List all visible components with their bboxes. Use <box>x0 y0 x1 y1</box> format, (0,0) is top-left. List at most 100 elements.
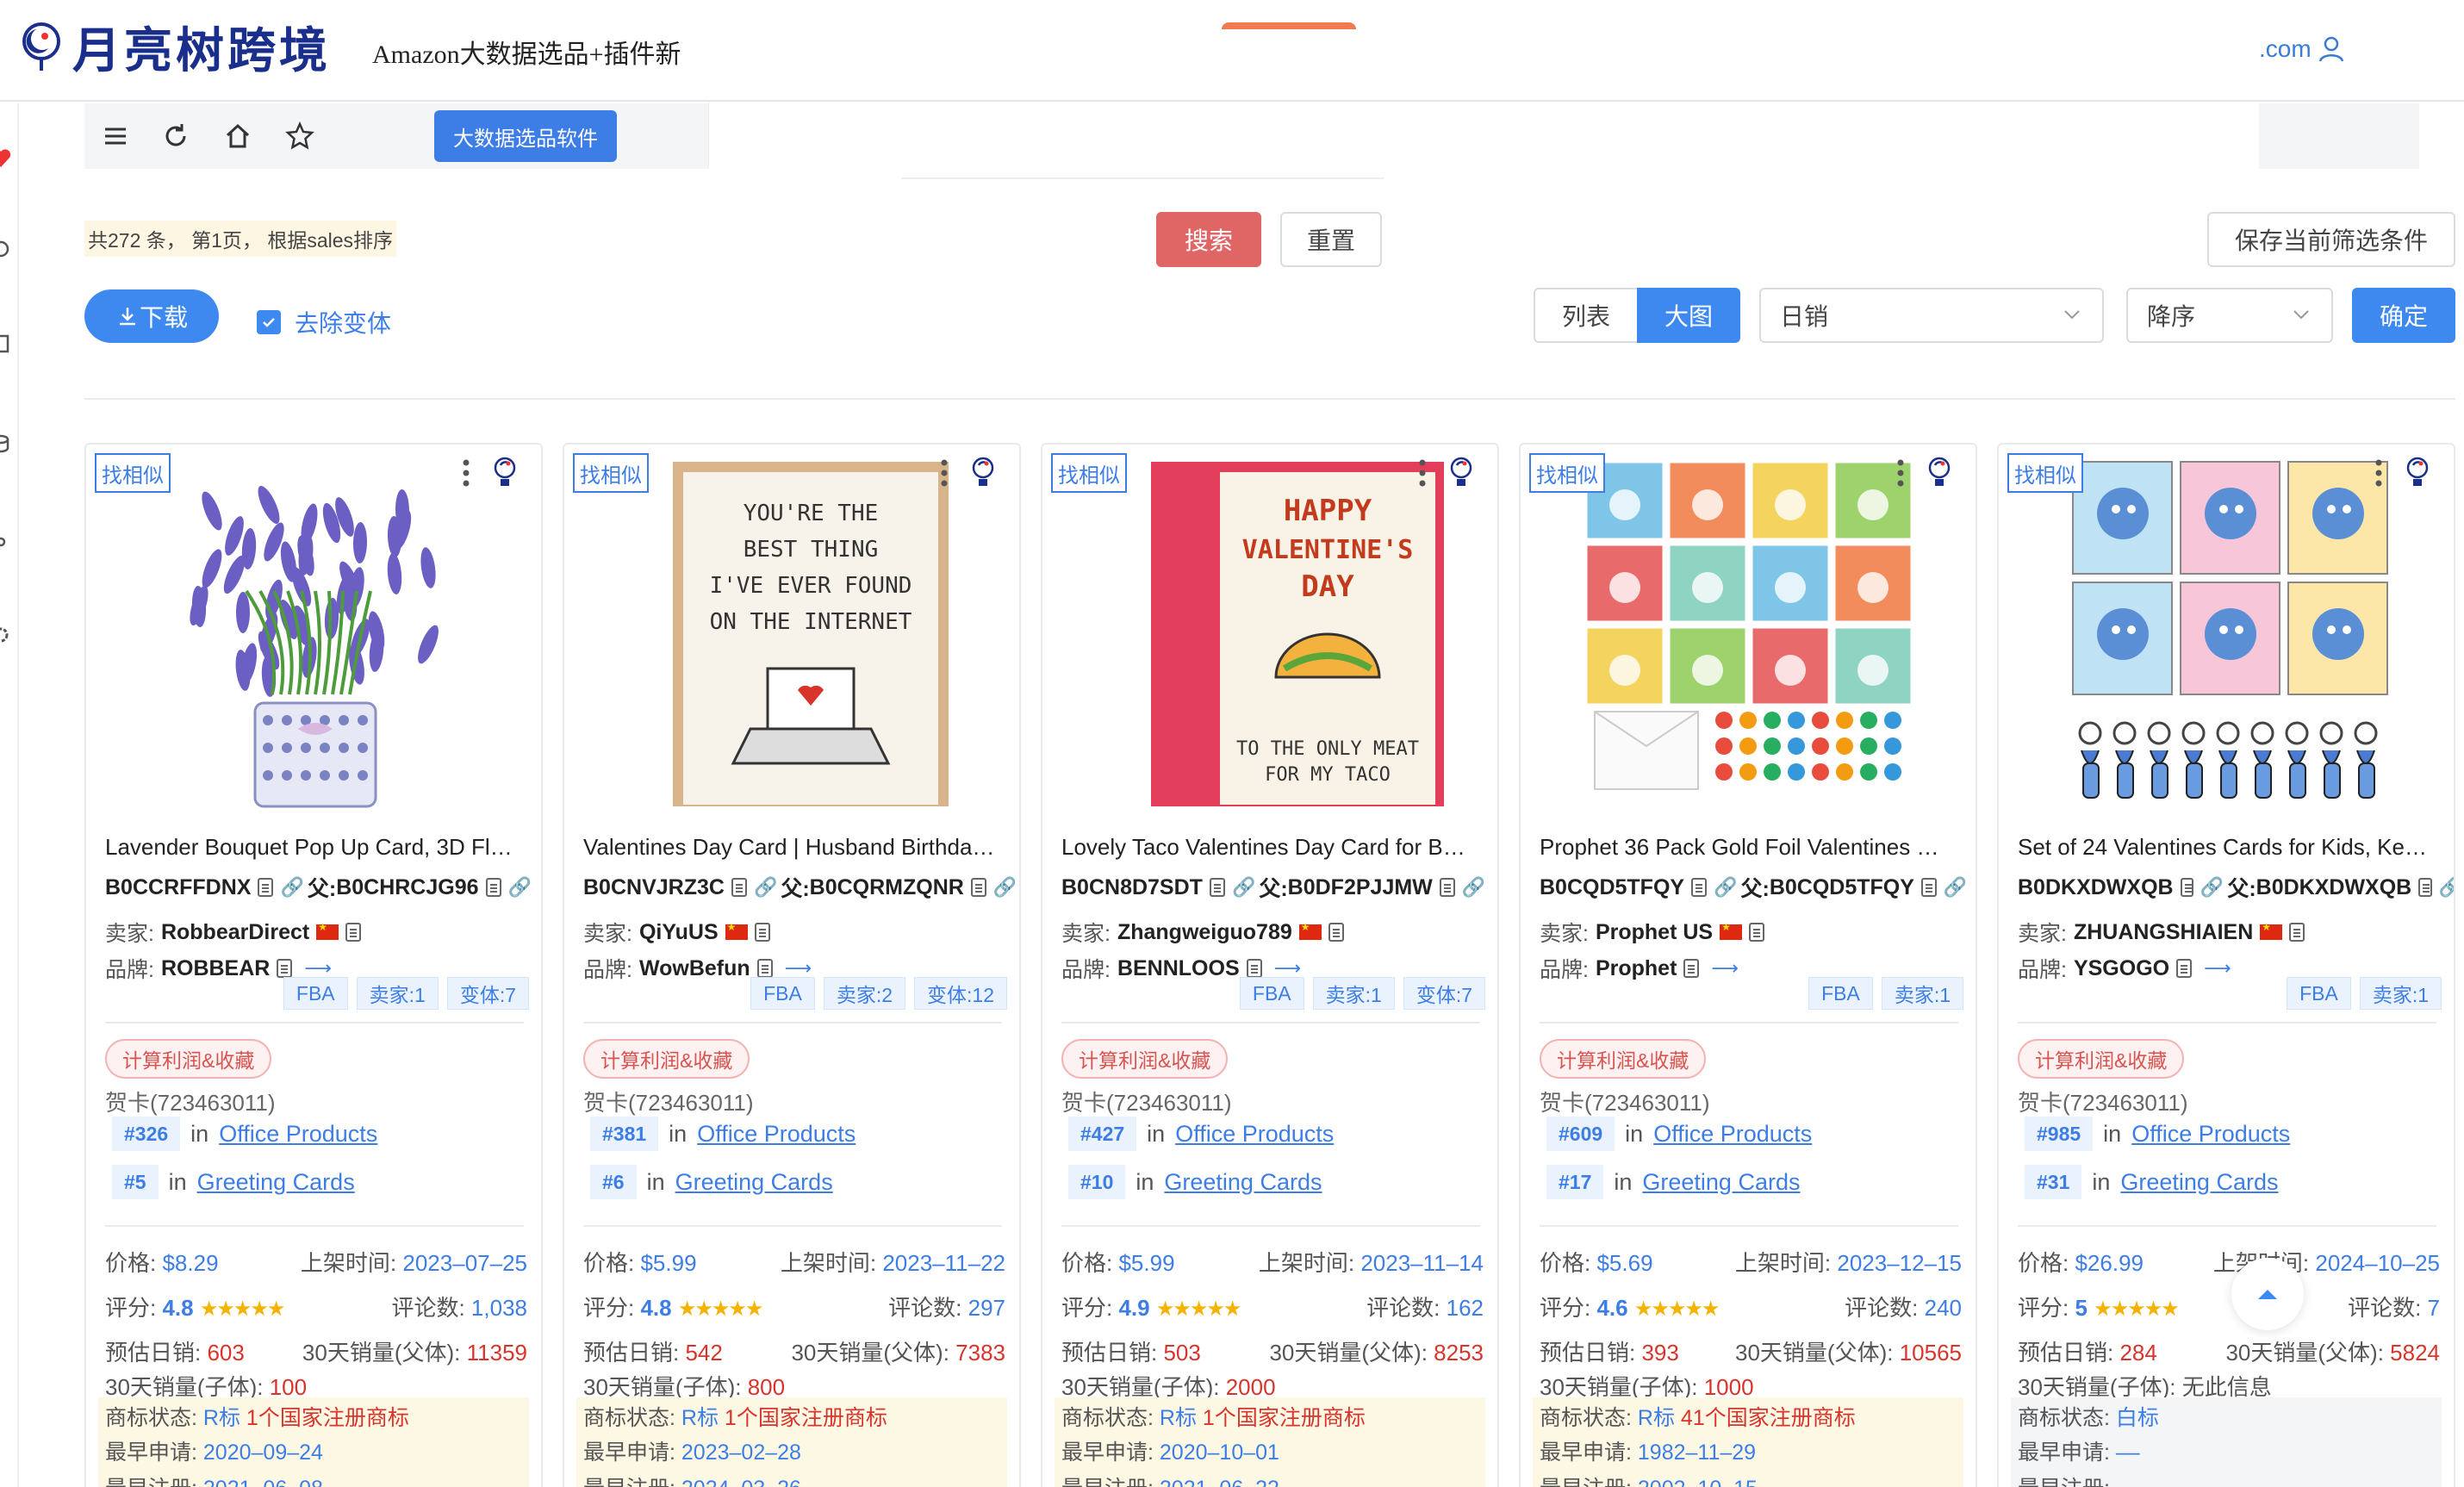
category-link[interactable]: Greeting Cards <box>675 1169 833 1196</box>
menu-icon[interactable] <box>100 121 131 152</box>
sort-field-select[interactable]: 日销 <box>1759 288 2104 343</box>
copy-icon[interactable] <box>2418 878 2432 897</box>
link-icon[interactable]: 🔗 <box>280 876 303 899</box>
product-card[interactable]: 找相似 Set of 24 Valentines Cards for Kids,… <box>1997 443 2455 1487</box>
confirm-button[interactable]: 确定 <box>2352 288 2455 343</box>
seller-name[interactable]: Prophet US <box>1596 920 1713 945</box>
category-link[interactable]: Office Products <box>2131 1121 2290 1148</box>
link-icon[interactable]: 🔗 <box>2439 876 2454 899</box>
link-icon[interactable]: 🔗 <box>1232 876 1255 899</box>
calc-profit-favorite-button[interactable]: 计算利润&收藏 <box>583 1039 750 1079</box>
view-list-button[interactable]: 列表 <box>1534 288 1637 343</box>
copy-icon[interactable] <box>1749 923 1765 942</box>
copy-icon[interactable] <box>756 959 773 978</box>
product-title[interactable]: Valentines Day Card | Husband Birthday C… <box>583 834 997 861</box>
sort-order-select[interactable]: 降序 <box>2126 288 2333 343</box>
category-link[interactable]: Office Products <box>697 1121 856 1148</box>
copy-icon[interactable] <box>1246 959 1262 978</box>
product-image-36-pack-cards[interactable] <box>1577 453 1922 815</box>
calc-profit-favorite-button[interactable]: 计算利润&收藏 <box>1540 1039 1707 1079</box>
link-icon[interactable]: 🔗 <box>754 876 777 899</box>
save-filter-button[interactable]: 保存当前筛选条件 <box>2207 212 2455 267</box>
brand-name[interactable]: ROBBEAR <box>161 956 270 981</box>
more-vertical-icon[interactable] <box>2373 458 2385 492</box>
copy-icon[interactable] <box>1683 959 1700 978</box>
find-similar-button[interactable]: 找相似 <box>2007 453 2083 493</box>
product-image-kids-keychain-cards[interactable] <box>2056 453 2400 815</box>
seller-name[interactable]: QiYuUS <box>639 920 719 945</box>
copy-icon[interactable] <box>1920 878 1937 897</box>
lightbulb-icon[interactable] <box>1447 455 1475 494</box>
sun-icon[interactable] <box>0 531 12 553</box>
copy-icon[interactable] <box>277 959 293 978</box>
brand-name[interactable]: BENNLOOS <box>1117 956 1240 981</box>
calc-profit-favorite-button[interactable]: 计算利润&收藏 <box>2018 1039 2185 1079</box>
gear-icon[interactable] <box>0 624 12 646</box>
refresh-icon[interactable] <box>160 121 191 152</box>
link-icon[interactable]: 🔗 <box>993 876 1017 899</box>
link-icon[interactable]: 🔗 <box>1462 876 1485 899</box>
home-icon[interactable] <box>222 121 253 152</box>
copy-icon[interactable] <box>1328 923 1344 942</box>
copy-icon[interactable] <box>754 923 770 942</box>
copy-icon[interactable] <box>2176 959 2193 978</box>
star-icon[interactable] <box>284 121 315 152</box>
product-image-valentine-card-internet[interactable]: YOU'RE THE BEST THING I'VE EVER FOUND ON… <box>621 453 966 815</box>
remove-variants-checkbox[interactable]: 去除变体 <box>257 305 391 339</box>
user-account[interactable]: .com <box>2259 34 2346 64</box>
lightbulb-icon[interactable] <box>2404 455 2431 494</box>
product-image-taco-valentine-card[interactable]: HAPPY VALENTINE'S DAY TO THE ONLY MEAT F… <box>1099 453 1444 815</box>
lightbulb-icon[interactable] <box>491 455 519 494</box>
scroll-to-top-button[interactable] <box>2231 1258 2304 1330</box>
share-icon[interactable]: ⟶ <box>1711 957 1739 980</box>
more-vertical-icon[interactable] <box>1416 458 1428 492</box>
document-icon[interactable] <box>0 333 12 355</box>
view-grid-button[interactable]: 大图 <box>1637 288 1740 343</box>
find-similar-button[interactable]: 找相似 <box>1529 453 1605 493</box>
more-vertical-icon[interactable] <box>460 458 472 492</box>
category-link[interactable]: Office Products <box>1175 1121 1334 1148</box>
category-link[interactable]: Greeting Cards <box>197 1169 355 1196</box>
link-icon[interactable]: 🔗 <box>1944 876 1967 899</box>
calc-profit-favorite-button[interactable]: 计算利润&收藏 <box>105 1039 272 1079</box>
brand-name[interactable]: YSGOGO <box>2074 956 2169 981</box>
search-button[interactable]: 搜索 <box>1156 212 1261 267</box>
lightbulb-icon[interactable] <box>1926 455 1953 494</box>
find-similar-button[interactable]: 找相似 <box>95 453 171 493</box>
brand-name[interactable]: WowBefun <box>639 956 750 981</box>
share-icon[interactable]: ⟶ <box>2204 957 2231 980</box>
database-icon[interactable] <box>0 432 12 455</box>
product-card[interactable]: 找相似 HAPPY VALENTINE'S DAY TO THE ONLY ME… <box>1041 443 1499 1487</box>
copy-icon[interactable] <box>2180 878 2193 897</box>
find-similar-button[interactable]: 找相似 <box>573 453 649 493</box>
category-link[interactable]: Greeting Cards <box>2120 1169 2278 1196</box>
seller-name[interactable]: Zhangweiguo789 <box>1117 920 1292 945</box>
product-card[interactable]: 找相似 Lavender Bouquet Pop Up Card, 3D Flo… <box>84 443 543 1487</box>
calc-profit-favorite-button[interactable]: 计算利润&收藏 <box>1061 1039 1229 1079</box>
seller-name[interactable]: RobbearDirect <box>161 920 309 945</box>
refresh-icon[interactable] <box>0 238 12 260</box>
category-link[interactable]: Office Products <box>219 1121 377 1148</box>
copy-icon[interactable] <box>1691 878 1708 897</box>
download-button[interactable]: 下载 <box>84 289 219 343</box>
copy-icon[interactable] <box>258 878 274 897</box>
product-image-lavender-bouquet[interactable] <box>143 453 488 815</box>
copy-icon[interactable] <box>731 878 747 897</box>
find-similar-button[interactable]: 找相似 <box>1051 453 1127 493</box>
product-title[interactable]: Lavender Bouquet Pop Up Card, 3D Floral … <box>105 834 519 861</box>
copy-icon[interactable] <box>1439 878 1455 897</box>
product-card[interactable]: 找相似 Prophet 36 Pack Gold Foil Valentines… <box>1519 443 1977 1487</box>
copy-icon[interactable] <box>1209 878 1225 897</box>
logo[interactable]: 月亮树跨境 <box>19 12 331 82</box>
product-title[interactable]: Lovely Taco Valentines Day Card for Boyf… <box>1061 834 1475 861</box>
link-icon[interactable]: 🔗 <box>508 876 532 899</box>
lightbulb-icon[interactable] <box>969 455 997 494</box>
heart-icon[interactable] <box>0 146 12 169</box>
copy-icon[interactable] <box>970 878 986 897</box>
product-card[interactable]: 找相似 YOU'RE THE BEST THING I'VE EVER FOUN… <box>563 443 1021 1487</box>
product-title[interactable]: Prophet 36 Pack Gold Foil Valentines Day… <box>1540 834 1953 861</box>
category-link[interactable]: Greeting Cards <box>1164 1169 1322 1196</box>
category-link[interactable]: Office Products <box>1653 1121 1812 1148</box>
copy-icon[interactable] <box>345 923 362 942</box>
reset-button[interactable]: 重置 <box>1280 212 1382 267</box>
